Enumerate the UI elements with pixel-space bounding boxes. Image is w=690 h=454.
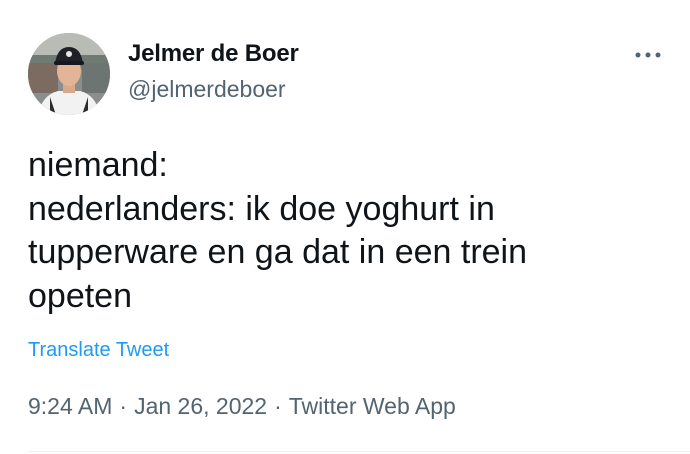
translate-tweet-link[interactable]: Translate Tweet: [28, 339, 169, 362]
tweet-text-line: nederlanders: ik doe yoghurt in: [28, 189, 495, 228]
tweet-text-line: tupperware en ga dat in een trein: [28, 233, 528, 271]
more-options-button[interactable]: [630, 40, 666, 70]
tweet-text-line: niemand:: [28, 146, 168, 184]
author-handle[interactable]: @jelmerdeboer: [128, 76, 286, 103]
tweet-time[interactable]: 9:24 AM: [28, 393, 112, 419]
divider: [28, 451, 690, 452]
tweet-source[interactable]: Twitter Web App: [289, 393, 456, 419]
tweet-metadata: 9:24 AM · Jan 26, 2022 · Twitter Web App: [28, 393, 456, 420]
meta-separator: ·: [274, 393, 282, 419]
tweet-date[interactable]: Jan 26, 2022: [134, 393, 267, 419]
tweet-text-line: opeten: [28, 276, 132, 315]
more-horizontal-icon: [635, 52, 661, 58]
avatar[interactable]: [28, 33, 110, 115]
avatar-photo: [28, 33, 110, 115]
tweet-text: niemand: nederlanders: ik doe yoghurt in…: [28, 144, 668, 318]
author-display-name[interactable]: Jelmer de Boer: [128, 40, 299, 68]
tweet-card: Jelmer de Boer @jelmerdeboer niemand: ne…: [0, 0, 690, 454]
meta-separator: ·: [119, 393, 128, 419]
